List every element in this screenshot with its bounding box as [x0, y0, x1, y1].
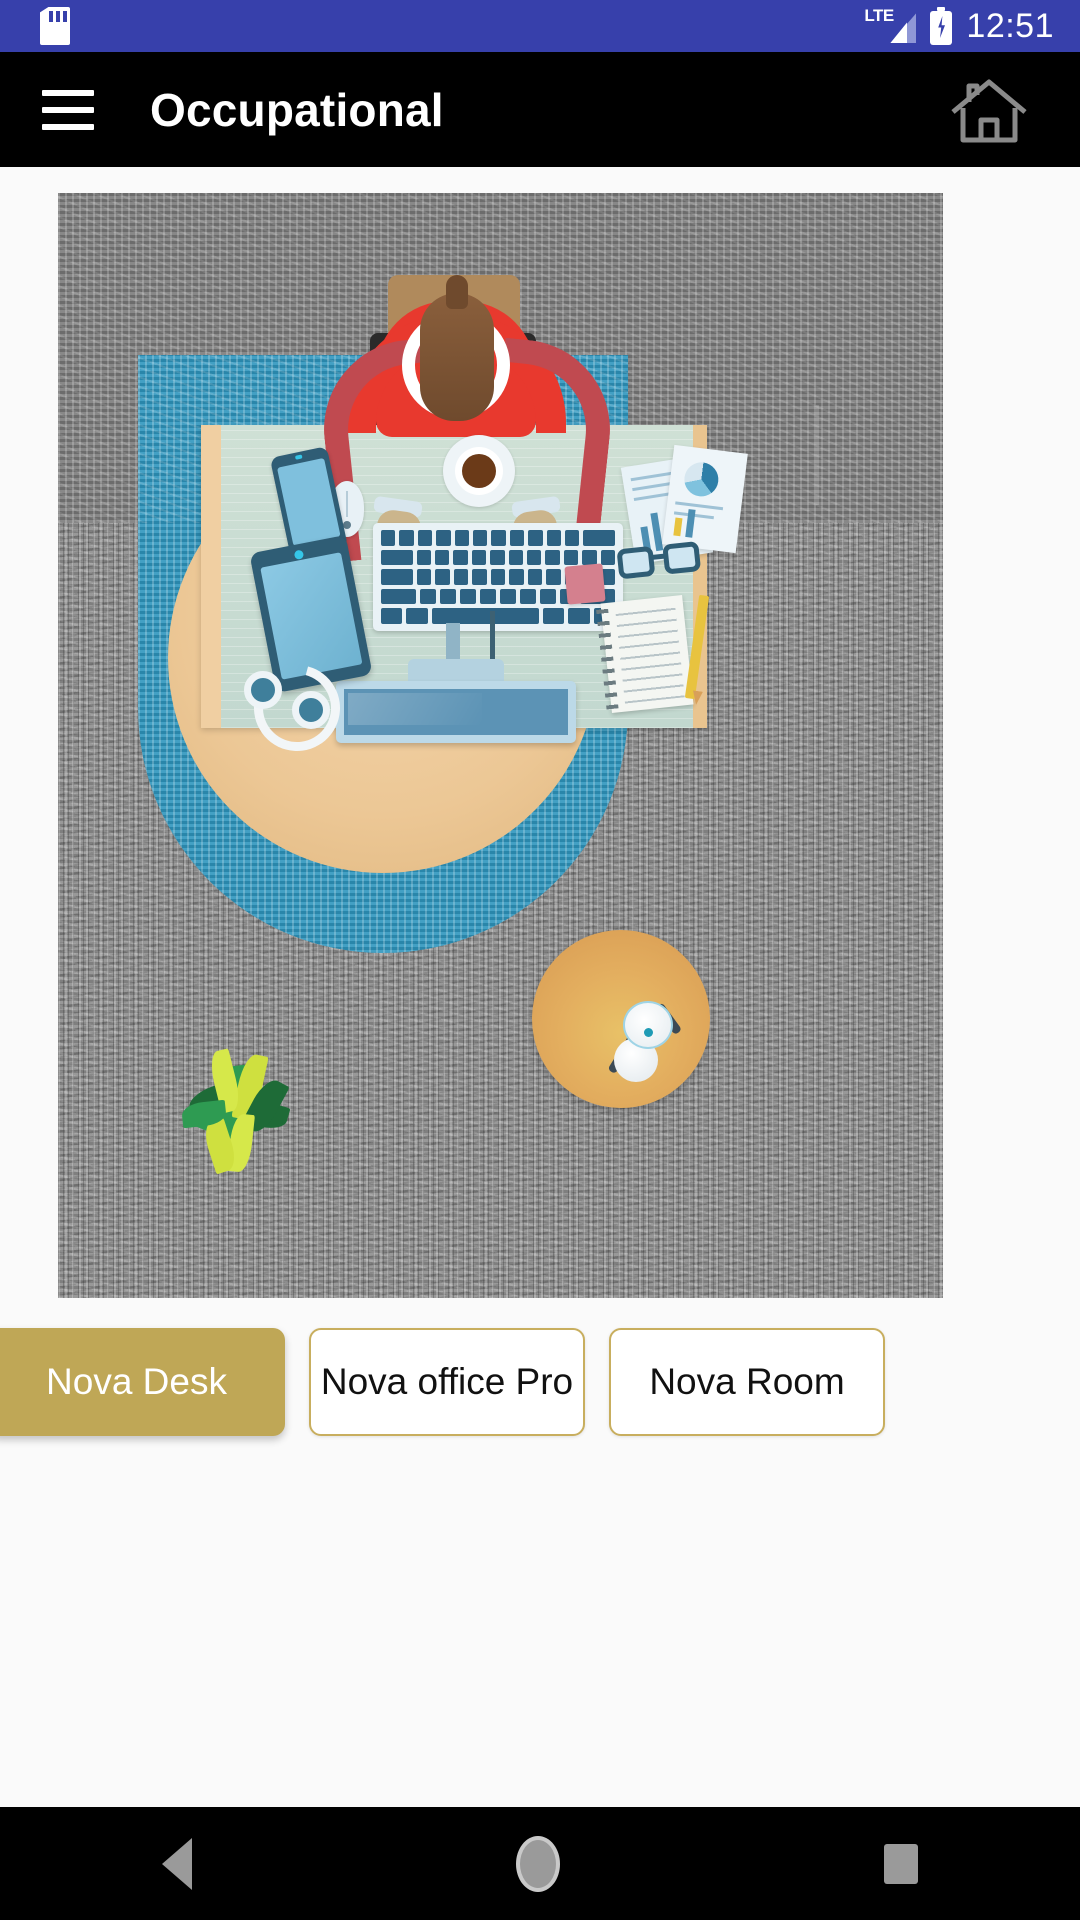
battery-charging-icon — [930, 7, 953, 45]
hamburger-menu-icon[interactable] — [42, 89, 94, 130]
main-content: Nova Desk Nova office Pro Nova Room — [0, 167, 1080, 1807]
network-label: LTE — [864, 6, 894, 25]
headphone-earcup-right — [292, 691, 330, 729]
home-circle-icon[interactable] — [516, 1835, 560, 1892]
status-bar-clock: 12:51 — [966, 6, 1054, 45]
lamp-shade — [623, 1001, 673, 1049]
phone-screen: LTE 12:51 Occupational Nova Desk Nova of… — [0, 0, 1080, 1920]
device-button-nova-room[interactable]: Nova Room — [609, 1328, 885, 1436]
device-selector-row: Nova Desk Nova office Pro Nova Room — [0, 1317, 1080, 1447]
lte-signal-icon: LTE — [864, 6, 917, 45]
spiral-notebook — [595, 595, 694, 713]
occupational-workspace-illustration[interactable] — [58, 193, 943, 1298]
round-side-table — [532, 930, 710, 1108]
person-hair — [420, 293, 819, 505]
page-title: Occupational — [150, 83, 444, 136]
home-icon[interactable] — [946, 73, 1032, 147]
potted-plant — [178, 1048, 328, 1188]
coffee-liquid — [462, 454, 496, 488]
person-hair-bun — [446, 275, 468, 309]
recents-square-icon[interactable] — [884, 1843, 918, 1884]
device-button-nova-office-pro[interactable]: Nova office Pro — [309, 1328, 585, 1436]
report-paper-two — [662, 444, 748, 554]
sd-card-icon — [40, 7, 70, 45]
computer-monitor — [336, 681, 576, 743]
device-button-nova-desk[interactable]: Nova Desk — [0, 1328, 285, 1436]
lamp-switch-knob — [644, 1028, 653, 1037]
pink-eraser — [564, 563, 606, 605]
android-navigation-bar — [0, 1807, 1080, 1920]
app-bar: Occupational — [0, 52, 1080, 167]
headphone-earcup-left — [244, 671, 282, 709]
status-bar: LTE 12:51 — [0, 0, 1080, 52]
status-bar-left — [40, 7, 70, 45]
back-triangle-icon[interactable] — [162, 1837, 192, 1890]
status-bar-right: LTE 12:51 — [864, 7, 1054, 46]
